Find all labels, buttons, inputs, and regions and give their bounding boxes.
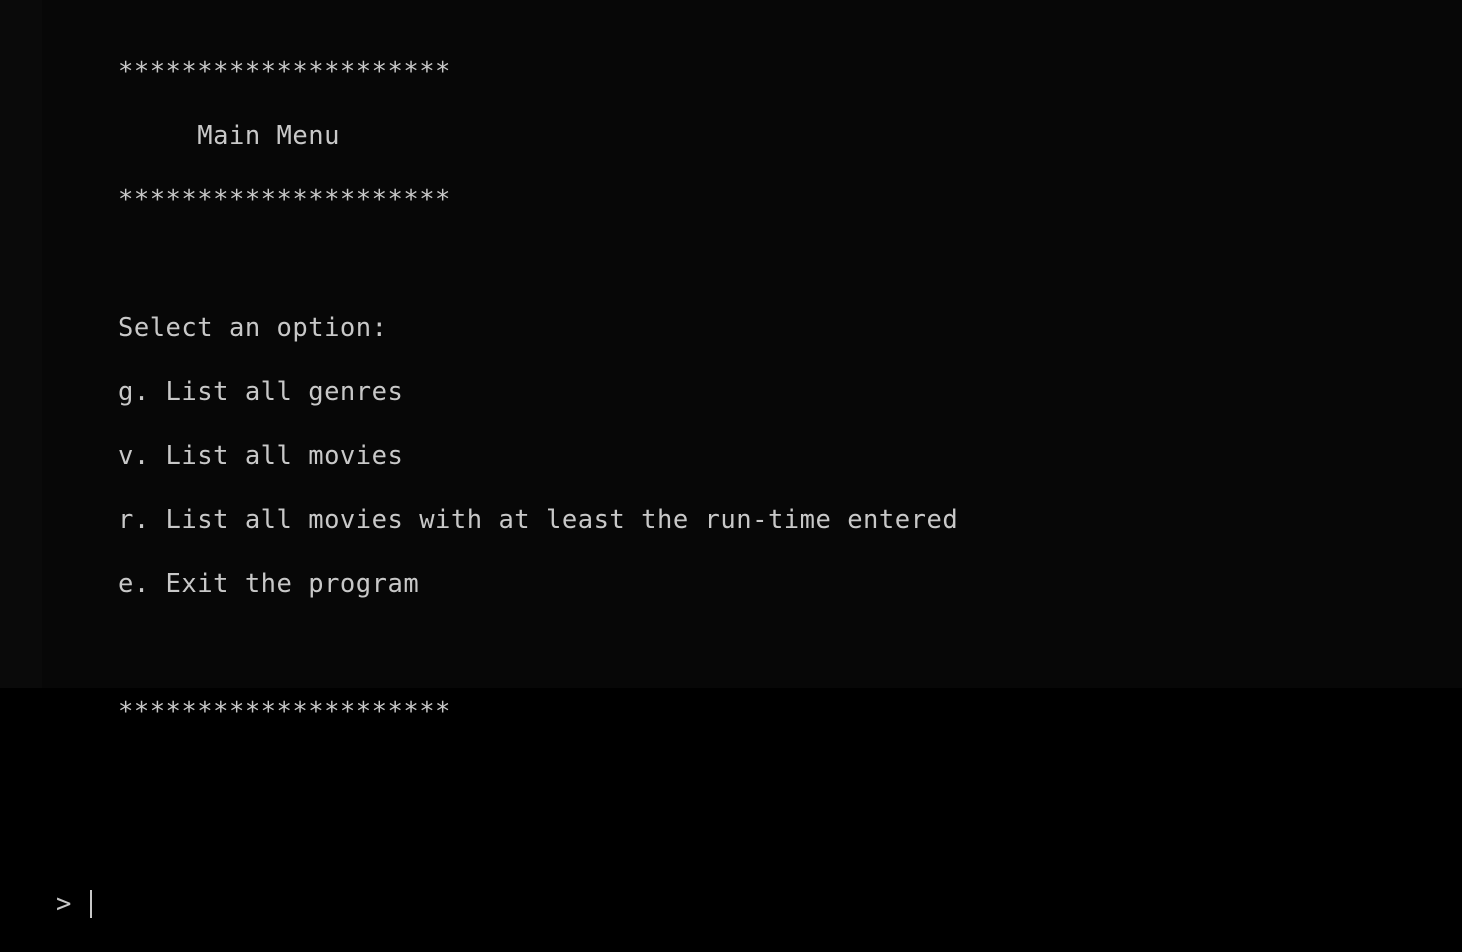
menu-divider-mid: *********************	[56, 184, 1462, 216]
window-left-gutter	[0, 0, 42, 688]
menu-option-r: r. List all movies with at least the run…	[56, 504, 1462, 536]
select-prompt: Select an option:	[56, 312, 1462, 344]
menu-divider-top: *********************	[56, 56, 1462, 88]
blank-line	[56, 760, 1462, 792]
terminal-output[interactable]: ********************* Main Menu ********…	[42, 0, 1462, 688]
menu-option-e: e. Exit the program	[56, 568, 1462, 600]
text-cursor	[90, 890, 92, 918]
menu-option-v: v. List all movies	[56, 440, 1462, 472]
prompt-symbol: >	[56, 888, 88, 920]
blank-line	[56, 248, 1462, 280]
menu-option-g: g. List all genres	[56, 376, 1462, 408]
input-prompt-line[interactable]: >	[56, 888, 1462, 920]
blank-line	[56, 632, 1462, 664]
menu-divider-bottom: *********************	[56, 696, 1462, 728]
blank-line	[56, 824, 1462, 856]
menu-title: Main Menu	[56, 120, 1462, 152]
